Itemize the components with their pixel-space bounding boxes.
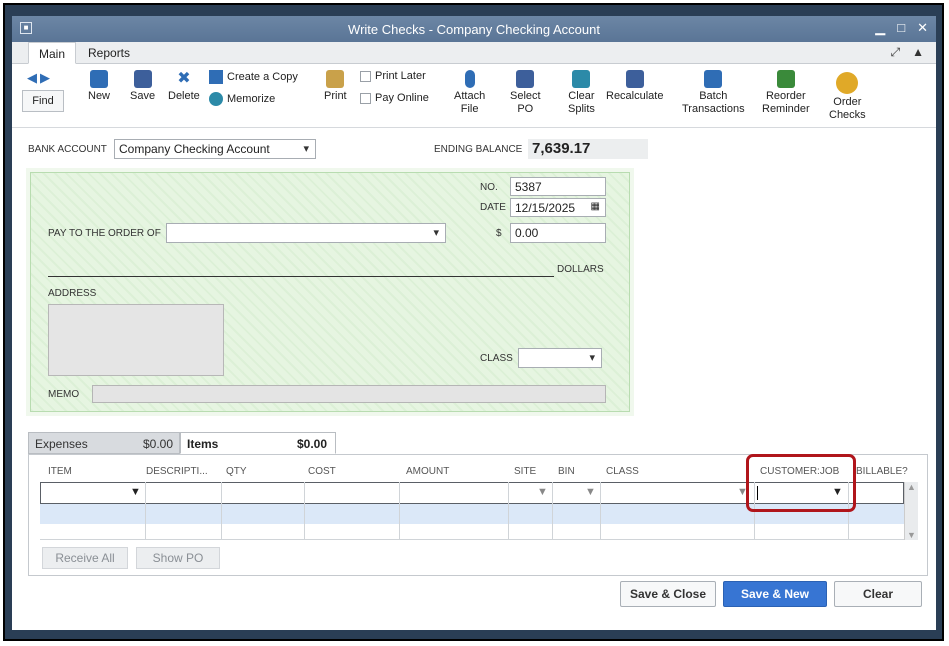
print-later-box[interactable] xyxy=(360,70,371,82)
select-po-icon xyxy=(516,70,535,88)
receive-all-button[interactable]: Receive All xyxy=(42,547,128,569)
col-class[interactable]: CLASS xyxy=(606,466,639,477)
date-label: DATE xyxy=(480,202,506,213)
select-po-button[interactable]: Select PO xyxy=(510,70,541,116)
amount-field[interactable]: 0.00 xyxy=(510,223,606,243)
window-title: Write Checks - Company Checking Account xyxy=(348,22,600,37)
calendar-icon[interactable]: ▦ xyxy=(591,201,600,212)
col-divider xyxy=(221,482,222,540)
prev-next-arrows[interactable]: ◀▶ xyxy=(27,70,53,86)
maximize-button[interactable]: □ xyxy=(897,20,905,36)
memo-field[interactable] xyxy=(92,385,606,403)
print-button[interactable]: Print xyxy=(324,70,347,103)
delete-x-icon: ✖ xyxy=(177,70,191,87)
order-checks-button[interactable]: Order Checks xyxy=(829,72,866,122)
recalculate-button[interactable]: Recalculate xyxy=(606,70,663,103)
save-button[interactable]: Save xyxy=(130,70,155,103)
class-label: CLASS xyxy=(480,353,513,364)
customer-job-highlight xyxy=(746,454,856,512)
batch-icon xyxy=(704,70,723,88)
col-item[interactable]: ITEM xyxy=(48,466,72,477)
dollars-label: DOLLARS xyxy=(557,264,604,275)
printer-icon xyxy=(326,70,345,88)
ending-balance-label: ENDING BALANCE xyxy=(434,144,523,155)
pay-to-label: PAY TO THE ORDER OF xyxy=(48,228,161,239)
col-description[interactable]: DESCRIPTI... xyxy=(146,466,208,477)
find-button[interactable]: Find xyxy=(22,90,64,112)
calculator-icon xyxy=(625,70,644,88)
grid-scrollbar[interactable]: ▲ ▼ xyxy=(904,482,918,540)
site-dropdown-icon[interactable]: ▼ xyxy=(537,486,548,498)
copy-icon xyxy=(209,70,223,84)
show-po-button[interactable]: Show PO xyxy=(136,547,220,569)
tab-reports[interactable]: Reports xyxy=(78,42,140,64)
col-divider xyxy=(600,482,601,540)
address-label: ADDRESS xyxy=(48,288,97,299)
clear-splits-icon xyxy=(572,70,591,88)
memorize-icon xyxy=(209,92,223,106)
collapse-ribbon-icon[interactable]: ▲ xyxy=(912,45,924,60)
pay-online-box[interactable] xyxy=(360,92,371,104)
expand-icon[interactable]: ⤢ xyxy=(891,45,901,60)
reorder-reminder-button[interactable]: Reorder Reminder xyxy=(762,70,810,116)
dollars-line xyxy=(48,276,554,277)
date-field[interactable]: 12/15/2025 ▦ xyxy=(510,198,606,217)
new-button[interactable]: New xyxy=(88,70,110,103)
ending-balance-value: 7,639.17 xyxy=(528,139,648,159)
col-divider xyxy=(552,482,553,540)
attach-file-button[interactable]: Attach File xyxy=(454,70,485,116)
col-qty[interactable]: QTY xyxy=(226,466,247,477)
delete-button[interactable]: ✖ Delete xyxy=(168,70,200,103)
order-checks-icon xyxy=(836,72,859,94)
close-button[interactable]: ✕ xyxy=(917,20,928,36)
create-copy-button[interactable]: Create a Copy xyxy=(209,70,298,84)
table-row[interactable] xyxy=(40,524,904,540)
col-divider xyxy=(508,482,509,540)
title-bar: ■ Write Checks - Company Checking Accoun… xyxy=(12,16,936,42)
col-divider xyxy=(304,482,305,540)
scroll-up-icon[interactable]: ▲ xyxy=(907,482,916,492)
item-dropdown-icon[interactable]: ▼ xyxy=(130,486,141,498)
batch-transactions-button[interactable]: Batch Transactions xyxy=(682,70,745,116)
tab-items[interactable]: Items $0.00 xyxy=(180,432,336,454)
memorize-button[interactable]: Memorize xyxy=(209,92,275,106)
col-divider xyxy=(145,482,146,540)
memo-label: MEMO xyxy=(48,389,80,400)
col-cost[interactable]: COST xyxy=(308,466,336,477)
tab-main[interactable]: Main xyxy=(28,42,77,64)
col-site[interactable]: SITE xyxy=(514,466,536,477)
clear-splits-button[interactable]: Clear Splits xyxy=(568,70,595,116)
check-no-label: NO. xyxy=(480,182,498,193)
save-disk-icon xyxy=(133,70,152,88)
address-field[interactable] xyxy=(48,304,224,376)
print-later-checkbox[interactable]: Print Later xyxy=(360,70,426,82)
bank-account-select[interactable]: Company Checking Account xyxy=(114,139,316,159)
payee-select[interactable] xyxy=(166,223,446,243)
amount-symbol: $ xyxy=(496,228,502,239)
clear-button[interactable]: Clear xyxy=(834,581,922,607)
reorder-icon xyxy=(776,70,795,88)
col-divider xyxy=(399,482,400,540)
col-amount[interactable]: AMOUNT xyxy=(406,466,449,477)
minimize-button[interactable]: ▁ xyxy=(875,20,885,36)
pay-online-checkbox[interactable]: Pay Online xyxy=(360,92,429,104)
check-no-field[interactable]: 5387 xyxy=(510,177,606,196)
bank-account-label: BANK ACCOUNT xyxy=(28,144,107,155)
class-select[interactable] xyxy=(518,348,602,368)
col-bin[interactable]: BIN xyxy=(558,466,575,477)
new-document-icon xyxy=(90,70,108,88)
scroll-down-icon[interactable]: ▼ xyxy=(907,530,916,540)
bin-dropdown-icon[interactable]: ▼ xyxy=(585,486,596,498)
paperclip-icon xyxy=(464,70,475,88)
ribbon-tabs: Main Reports ⤢ ▲ xyxy=(12,42,936,64)
col-billable[interactable]: BILLABLE? xyxy=(856,466,908,477)
save-new-button[interactable]: Save & New xyxy=(723,581,827,607)
save-close-button[interactable]: Save & Close xyxy=(620,581,716,607)
tab-expenses[interactable]: Expenses $0.00 xyxy=(28,432,180,454)
